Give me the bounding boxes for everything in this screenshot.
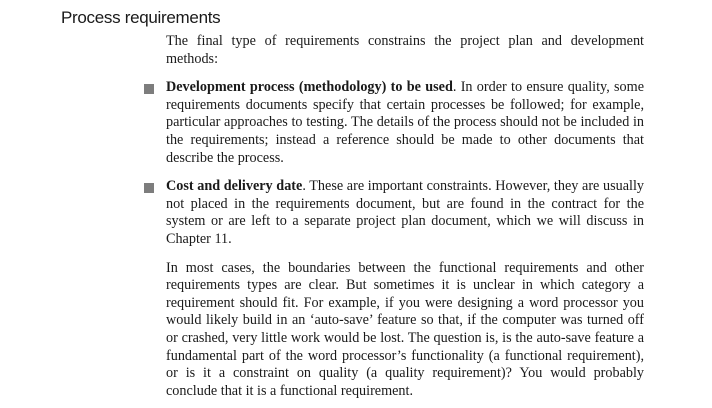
bullet-term: Development process (methodology) to be … [166, 79, 453, 96]
square-bullet-icon [144, 84, 154, 95]
section-body: The final type of requirements constrain… [144, 33, 644, 400]
intro-paragraph: The final type of requirements constrain… [166, 33, 644, 67]
bullet-term: Cost and delivery date [166, 178, 303, 195]
section-heading: Process requirements [61, 8, 221, 27]
square-bullet-icon [144, 183, 154, 194]
bullet-item-development-process: Development process (methodology) to be … [144, 79, 644, 167]
closing-paragraph: In most cases, the boundaries between th… [166, 259, 644, 399]
document-page: Process requirements The final type of r… [0, 0, 712, 408]
bullet-item-cost-delivery: Cost and delivery date. These are import… [144, 178, 644, 248]
bullet-list: Development process (methodology) to be … [144, 79, 644, 248]
